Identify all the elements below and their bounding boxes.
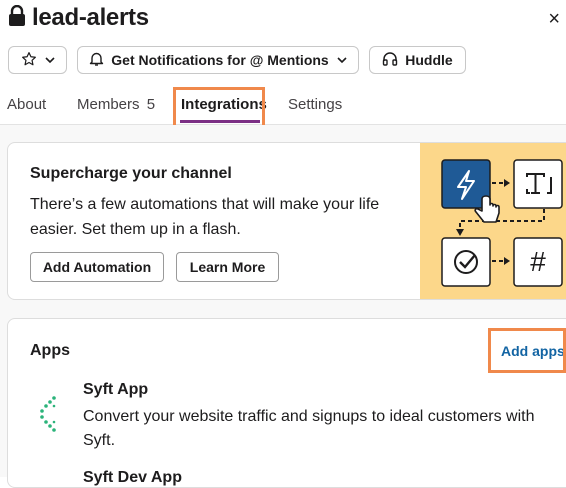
tab-members[interactable]: Members 5 [77,96,155,113]
star-button[interactable] [8,46,67,74]
chevron-down-icon [337,52,347,68]
huddle-button[interactable]: Huddle [369,46,466,74]
bell-icon [89,51,104,70]
apps-card: Apps Add apps Syft App Convert your webs… [7,318,566,488]
learn-more-button[interactable]: Learn More [176,252,279,282]
tab-about[interactable]: About [7,96,46,113]
promo-body: There’s a few automations that will make… [30,196,380,238]
notifications-button[interactable]: Get Notifications for @ Mentions [77,46,359,74]
lock-icon [8,4,26,32]
apps-heading: Apps [30,342,70,359]
promo-title: Supercharge your channel [30,165,232,182]
huddle-label: Huddle [405,52,453,68]
app-description: Convert your website traffic and signups… [83,408,535,449]
app-name[interactable]: Syft Dev App [83,469,182,487]
app-name: Syft App [83,381,149,398]
close-icon[interactable]: × [548,8,560,31]
hash-icon: # [530,246,546,277]
chevron-down-icon [44,52,55,68]
notifications-label: Get Notifications for @ Mentions [111,52,329,68]
automation-illustration: # [420,143,566,299]
channel-title[interactable]: lead-alerts [8,4,149,32]
headphones-icon [382,51,398,69]
star-icon [21,51,37,70]
tab-members-label: Members [77,96,140,113]
add-apps-highlight [488,328,566,373]
syft-logo-icon [38,395,58,440]
tab-settings[interactable]: Settings [288,96,342,113]
member-count: 5 [146,96,156,113]
add-automation-button[interactable]: Add Automation [30,252,164,282]
tab-bar: About Members 5 Integrations Settings [0,96,566,126]
channel-name: lead-alerts [32,4,149,31]
promo-card: Supercharge your channel There’s a few a… [7,142,566,300]
app-list-item[interactable]: Syft App Convert your website traffic an… [30,381,566,461]
